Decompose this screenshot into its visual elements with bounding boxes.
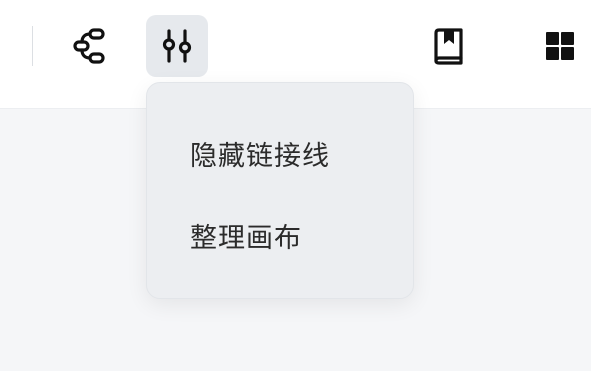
settings-button[interactable] [146,15,208,77]
menu-item-arrange-canvas[interactable]: 整理画布 [147,205,413,265]
book-button[interactable] [417,15,479,77]
sliders-icon [162,29,192,63]
menu-item-hide-links[interactable]: 隐藏链接线 [147,123,413,183]
grid-icon [546,32,574,60]
settings-dropdown: 隐藏链接线 整理画布 [146,82,414,299]
flow-connector-icon [73,28,105,64]
menu-item-label: 整理画布 [190,222,302,254]
grid-button[interactable] [529,15,591,77]
book-icon [434,28,463,65]
connector-button[interactable] [59,15,121,77]
toolbar-divider [32,26,33,66]
menu-item-label: 隐藏链接线 [190,140,330,172]
